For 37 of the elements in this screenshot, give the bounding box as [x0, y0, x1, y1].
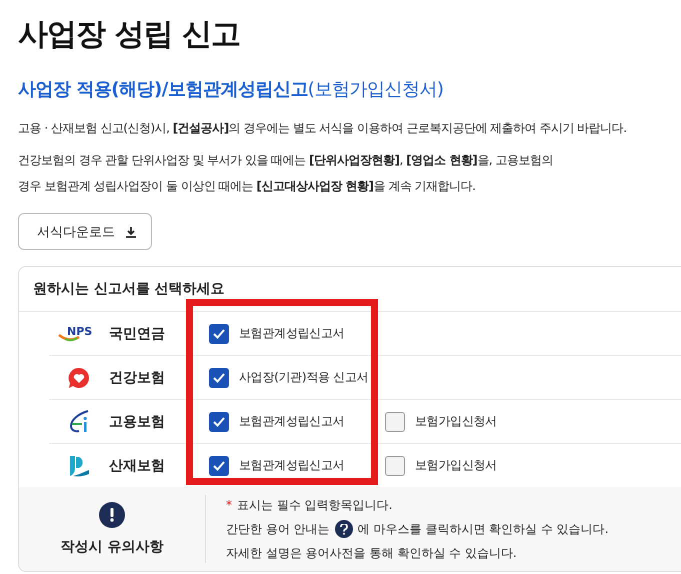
- page-title: 사업장 성립 신고: [18, 16, 241, 54]
- download-button[interactable]: 서식다운로드: [18, 213, 152, 250]
- checkbox[interactable]: [209, 324, 229, 344]
- insurance-name: 고용보험: [109, 412, 166, 430]
- insurance-name: 건강보험: [109, 368, 166, 386]
- checkbox-label: 보험관계성립신고서: [239, 457, 344, 474]
- leaf-icon: [68, 410, 90, 434]
- section-title: 사업장 적용(해당)/보험관계성립신고(보험가입신청서): [18, 78, 444, 101]
- insurance-name: 국민연금: [109, 324, 166, 342]
- checkbox[interactable]: [209, 368, 229, 388]
- checkbox-label: 보험가입신청서: [415, 457, 497, 474]
- notice-text: 건강보험의 경우 관할 단위사업장 및 부서가 있을 때에는 [단위사업장현황], [영업소 현황]을, 고용보험의 경우 보험관계 성립사업장이 둘 이상인 때에는 [신고대상사업장 현황]을 계속 기재합니다.: [18, 152, 554, 195]
- checkbox-label: 보험관계성립신고서: [239, 325, 344, 342]
- note-text: 에 마우스를 클릭하시면 확인하실 수 있습니다.: [358, 520, 609, 538]
- note-text: 간단한 용어 안내는: [226, 520, 330, 538]
- checkbox[interactable]: [385, 456, 405, 476]
- notes-title: 작성시 유의사항: [60, 538, 164, 556]
- check-icon: [213, 460, 225, 470]
- checkbox-label: 보험관계성립신고서: [239, 413, 344, 430]
- checkbox[interactable]: [209, 412, 229, 432]
- check-icon: [213, 328, 225, 338]
- checkbox[interactable]: [385, 412, 405, 432]
- insurance-name: 산재보험: [109, 456, 166, 474]
- checkbox[interactable]: [209, 456, 229, 476]
- help-icon[interactable]: [334, 520, 353, 538]
- checkbox-label: 보험가입신청서: [415, 413, 497, 430]
- note-text: 표시는 필수 입력항목입니다.: [237, 496, 392, 514]
- note-text: 자세한 설명은 용어사전을 통해 확인하실 수 있습니다.: [226, 544, 517, 562]
- check-icon: [213, 416, 225, 426]
- check-icon: [213, 372, 225, 382]
- checkbox-label: 사업장(기관)적용 신고서: [239, 369, 368, 386]
- speech-heart-icon: [68, 366, 90, 388]
- notice-text: 고용 · 산재보험 신고(신청)시, [건설공사]의 경우에는 별도 서식을 이용하여 근로복지공단에 제출하여 주시기 바랍니다.: [18, 120, 628, 137]
- required-mark: *: [226, 498, 232, 512]
- exclamation-icon: [99, 502, 125, 528]
- download-icon: [125, 226, 137, 238]
- form-heading: 원하시는 신고서를 선택하세요: [33, 280, 225, 298]
